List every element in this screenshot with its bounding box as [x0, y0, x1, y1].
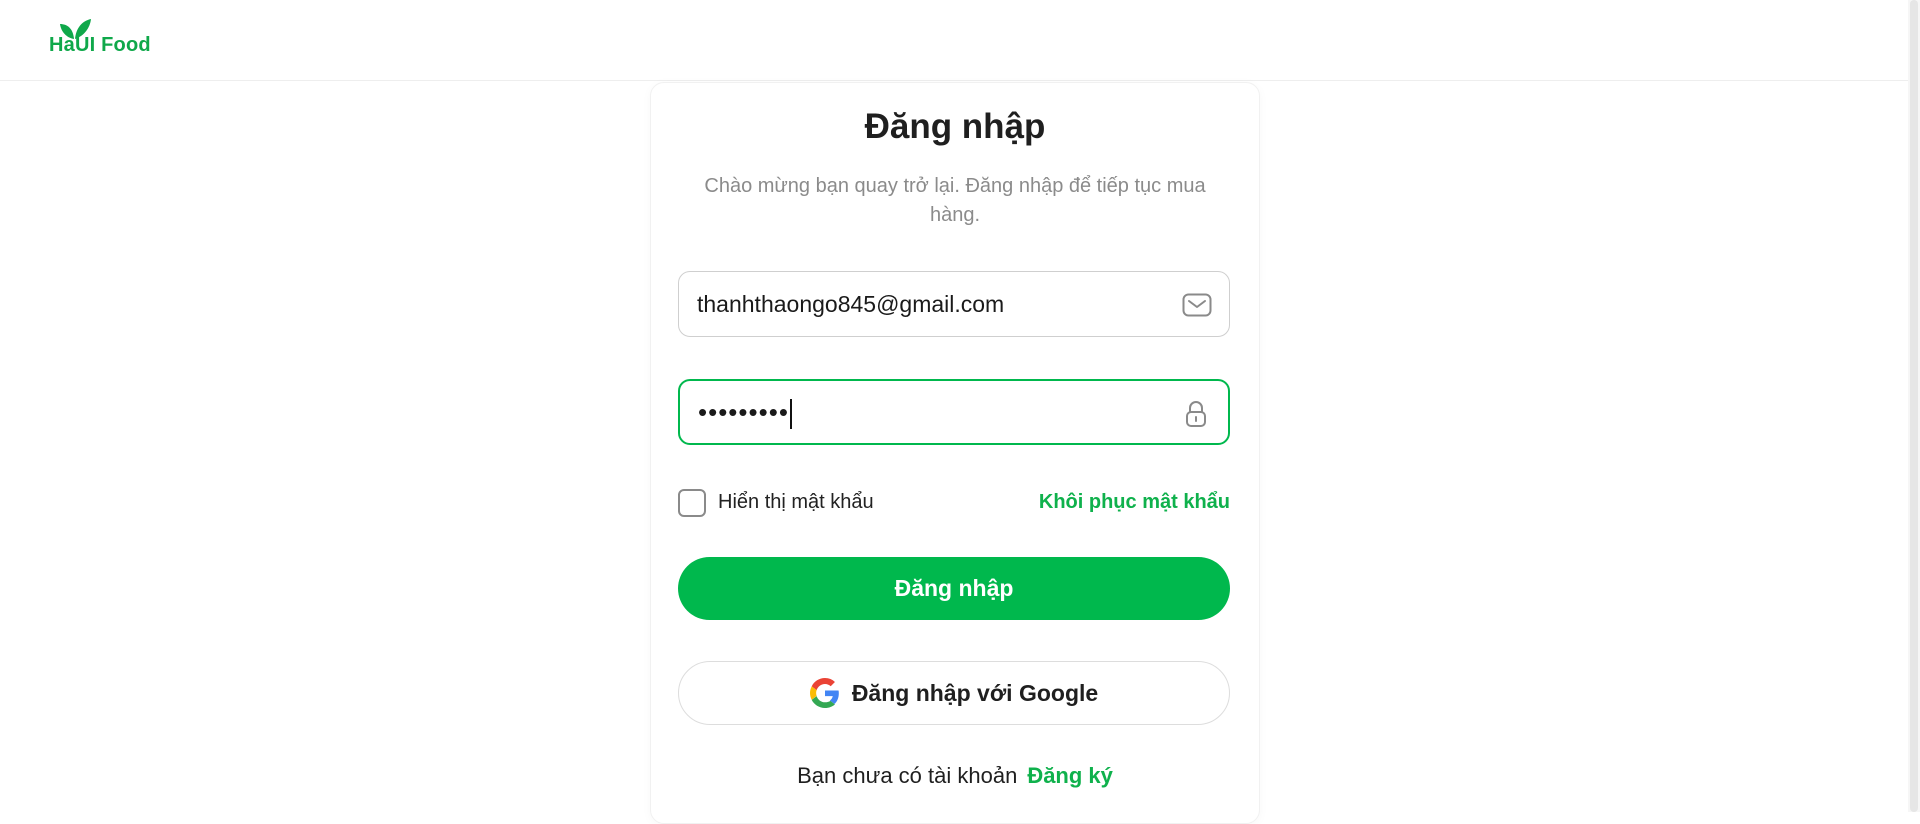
google-login-button[interactable]: Đăng nhập với Google: [678, 661, 1230, 725]
login-card: Đăng nhập Chào mừng bạn quay trở lại. Đă…: [650, 82, 1260, 824]
text-caret: [789, 399, 792, 430]
email-input-value[interactable]: thanhthaongo845@gmail.com: [697, 291, 1004, 318]
google-button-label: Đăng nhập với Google: [851, 679, 1099, 706]
email-field[interactable]: thanhthaongo845@gmail.com: [678, 271, 1230, 337]
no-account-text: Bạn chưa có tài khoản: [797, 763, 1018, 788]
login-button-label: Đăng nhập: [894, 575, 1014, 601]
show-password-row: Hiển thị mật khẩu Khôi phục mật khẩu: [678, 487, 1230, 519]
scrollbar[interactable]: [1908, 0, 1920, 812]
lock-icon: [1186, 401, 1206, 427]
password-mask: •••••••••: [698, 397, 789, 427]
show-password-label[interactable]: Hiển thị mật khẩu: [718, 491, 874, 514]
login-button[interactable]: Đăng nhập: [678, 557, 1230, 620]
password-input-value[interactable]: •••••••••: [698, 397, 792, 430]
login-subtitle: Chào mừng bạn quay trở lại. Đăng nhập để…: [704, 175, 1206, 226]
forgot-password-link[interactable]: Khôi phục mật khẩu: [1039, 491, 1230, 514]
brand-name: HaUI Food: [49, 34, 151, 56]
brand-logo[interactable]: HaUI Food: [49, 16, 159, 60]
show-password-checkbox[interactable]: [678, 489, 706, 517]
mail-icon: [1182, 293, 1212, 317]
signup-link[interactable]: Đăng ký: [1027, 763, 1113, 788]
password-field[interactable]: •••••••••: [678, 379, 1230, 445]
scrollbar-thumb[interactable]: [1910, 0, 1918, 812]
page-title: Đăng nhập: [864, 107, 1046, 146]
top-header: HaUI Food: [0, 0, 1908, 81]
signup-row: Bạn chưa có tài khoản Đăng ký: [651, 763, 1259, 789]
google-icon: [809, 678, 839, 708]
